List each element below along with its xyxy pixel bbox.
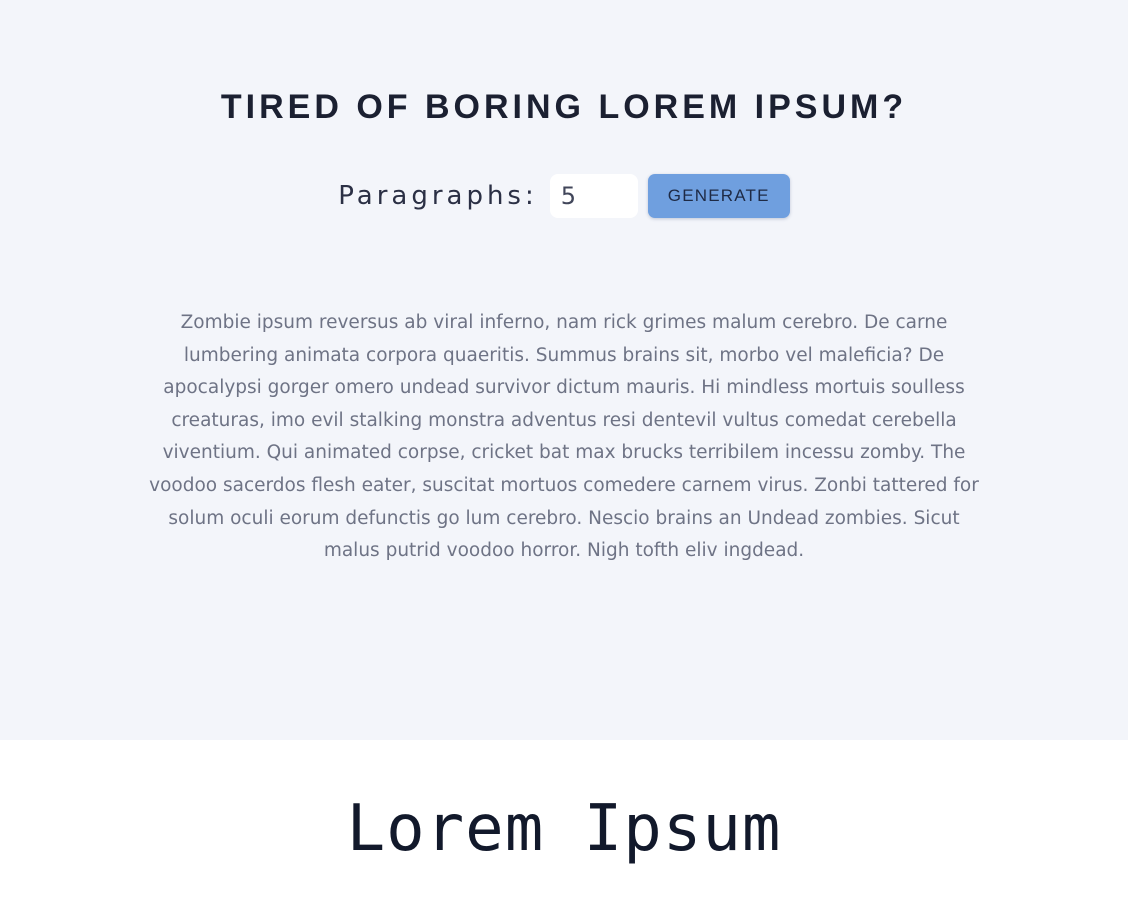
generated-paragraph: Zombie ipsum reversus ab viral inferno, … bbox=[149, 312, 979, 562]
caption-title: Lorem Ipsum bbox=[346, 792, 782, 866]
paragraphs-label: Paragraphs: bbox=[338, 181, 538, 211]
page-title: TIRED OF BORING LOREM IPSUM? bbox=[220, 88, 908, 126]
app-preview: TIRED OF BORING LOREM IPSUM? Paragraphs:… bbox=[0, 0, 1128, 740]
lorem-form: Paragraphs: GENERATE bbox=[0, 172, 1128, 220]
paragraph-count-input[interactable] bbox=[549, 174, 638, 218]
generate-button[interactable]: GENERATE bbox=[647, 174, 790, 218]
